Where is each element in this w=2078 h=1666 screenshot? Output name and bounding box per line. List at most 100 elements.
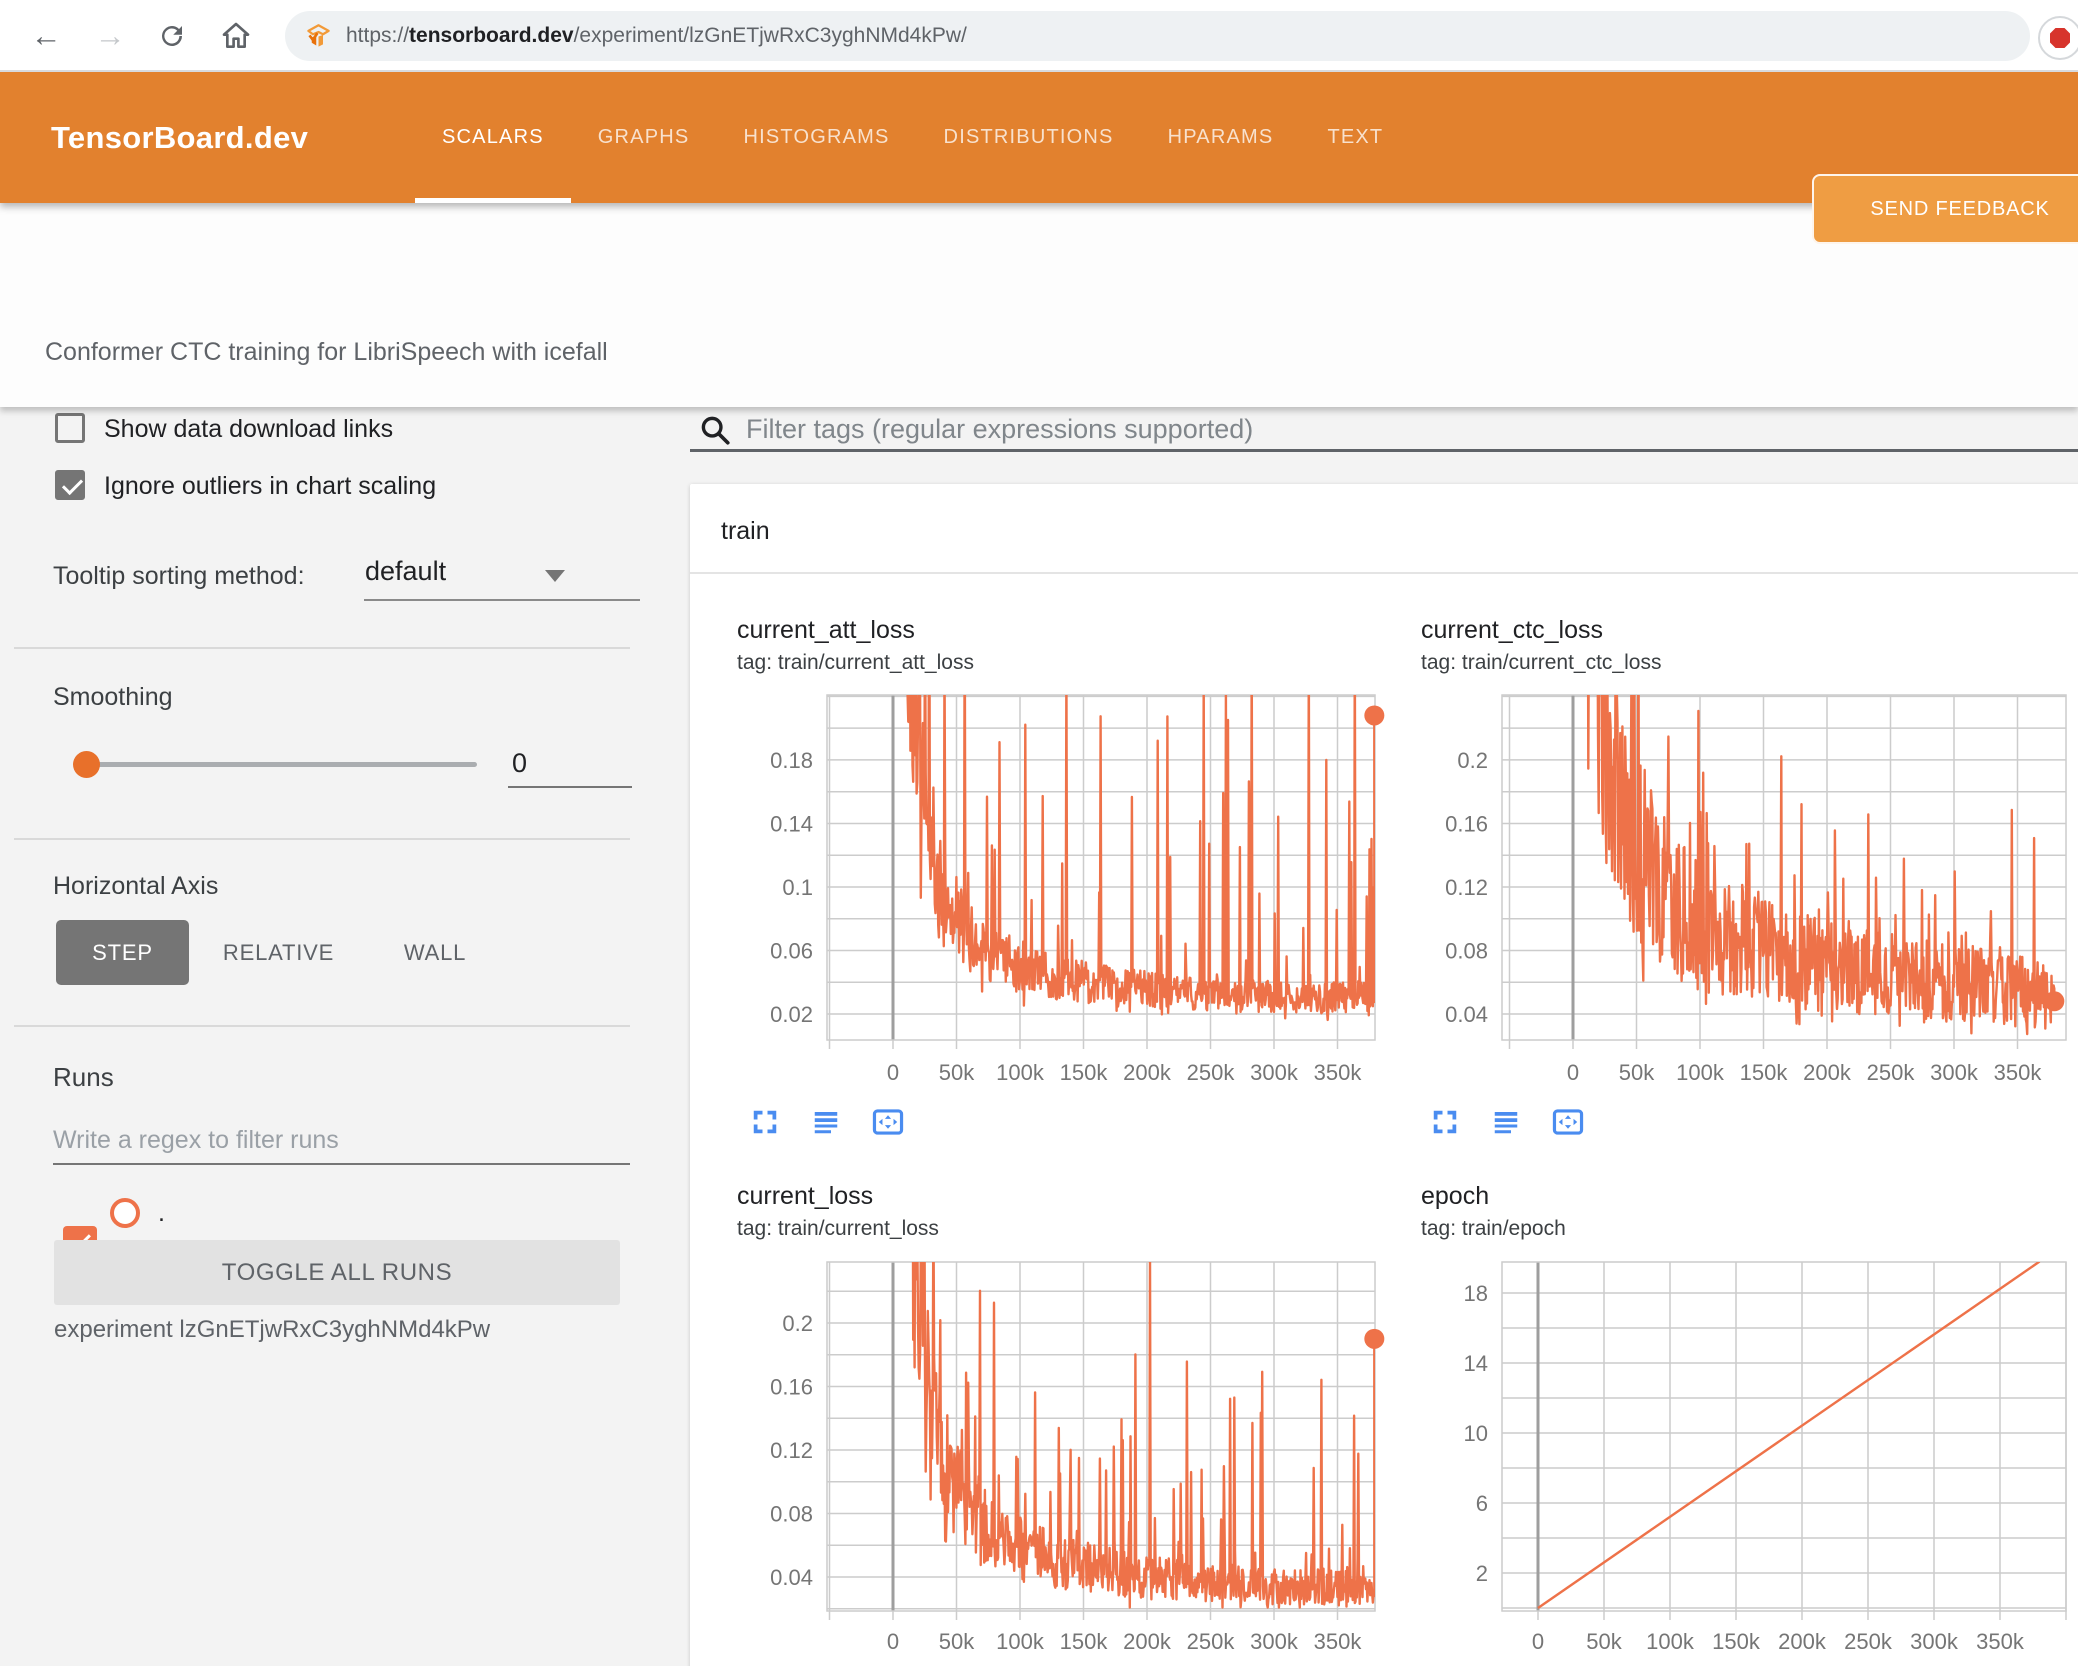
svg-text:0.12: 0.12 <box>770 1438 813 1463</box>
browser-extension-icon[interactable] <box>2038 16 2078 60</box>
svg-text:0: 0 <box>1532 1629 1544 1654</box>
ignore-outliers-checkbox[interactable] <box>55 470 85 500</box>
tab-graphs[interactable]: GRAPHS <box>571 72 717 203</box>
tooltip-sorting-select[interactable]: default <box>365 556 446 587</box>
home-icon[interactable] <box>216 16 256 56</box>
experiment-subtitle: Conformer CTC training for LibriSpeech w… <box>45 338 608 366</box>
svg-text:0.02: 0.02 <box>770 1002 813 1027</box>
app-header: TensorBoard.dev SCALARS GRAPHS HISTOGRAMS D… <box>0 72 2078 244</box>
fit-domain-icon[interactable] <box>1552 1107 1584 1142</box>
chart-actions-left <box>750 1107 904 1142</box>
scalar-chart-current-loss[interactable]: 0.04 0.08 0.12 0.16 0.2 0 50k 100k 150k 200k 250k 3… <box>700 1255 1395 1666</box>
runs-filter-input[interactable]: Write a regex to filter runs <box>53 1126 339 1155</box>
url-path: /experiment/lzGnETjwRxC3yghNMd4kPw/ <box>573 24 967 47</box>
browser-toolbar: ← → https://tensorboard.dev/experiment/l… <box>0 0 2078 70</box>
forward-icon[interactable]: → <box>90 16 130 56</box>
tensorboard-favicon <box>305 23 332 50</box>
svg-text:0.2: 0.2 <box>782 1311 813 1336</box>
experiment-subtitle-band <box>0 203 2078 407</box>
chart-tag: tag: train/current_att_loss <box>737 651 974 674</box>
tab-text[interactable]: TEXT <box>1300 72 1410 203</box>
tab-label: GRAPHS <box>597 126 690 148</box>
runs-label: Runs <box>53 1062 114 1092</box>
svg-text:0.08: 0.08 <box>770 1502 813 1527</box>
ignore-outliers-label: Ignore outliers in chart scaling <box>104 472 437 500</box>
svg-text:350k: 350k <box>1314 1060 1363 1085</box>
filter-tags-input[interactable]: Filter tags (regular expressions support… <box>746 414 1253 445</box>
svg-text:250k: 250k <box>1187 1629 1236 1654</box>
sidebar-divider <box>14 1025 630 1027</box>
url-domain: tensorboard.dev <box>409 24 574 47</box>
axis-wall-button[interactable]: WALL <box>385 920 485 985</box>
show-download-links-checkbox[interactable] <box>55 413 85 443</box>
chart-actions-right <box>1430 1107 1584 1142</box>
url-text: https://tensorboard.dev/experiment/lzGnE… <box>346 24 967 48</box>
tensorboard-page: ← → https://tensorboard.dev/experiment/l… <box>0 0 2078 1666</box>
svg-text:100k: 100k <box>996 1629 1045 1654</box>
scalar-chart-epoch[interactable]: 2 6 10 14 18 0 50k 100k 150k 200k 250k 300k 350k <box>1400 1255 2078 1666</box>
nav-tabs: SCALARS GRAPHS HISTOGRAMS DISTRIBUTIONS HPAR… <box>415 72 1410 203</box>
svg-text:250k: 250k <box>1867 1060 1916 1085</box>
svg-text:300k: 300k <box>1930 1060 1979 1085</box>
tab-label: HPARAMS <box>1167 126 1274 148</box>
toggle-all-runs-button[interactable]: TOGGLE ALL RUNS <box>54 1240 620 1305</box>
svg-text:300k: 300k <box>1250 1629 1299 1654</box>
run-name: . <box>158 1199 165 1227</box>
fit-domain-icon[interactable] <box>872 1107 904 1142</box>
svg-text:50k: 50k <box>939 1629 975 1654</box>
select-underline <box>364 599 640 601</box>
svg-text:350k: 350k <box>1976 1629 2025 1654</box>
svg-text:14: 14 <box>1464 1351 1488 1376</box>
axis-step-button[interactable]: STEP <box>56 920 189 985</box>
chart-title: epoch <box>1421 1182 1490 1210</box>
svg-text:18: 18 <box>1464 1281 1488 1306</box>
svg-text:150k: 150k <box>1740 1060 1789 1085</box>
fullscreen-icon[interactable] <box>1430 1107 1460 1142</box>
svg-text:0.14: 0.14 <box>770 811 813 836</box>
experiment-id-label: experiment lzGnETjwRxC3yghNMd4kPw <box>54 1316 491 1343</box>
svg-text:350k: 350k <box>1994 1060 2043 1085</box>
svg-text:50k: 50k <box>1619 1060 1655 1085</box>
tab-distributions[interactable]: DISTRIBUTIONS <box>917 72 1141 203</box>
sidebar-divider <box>14 647 630 649</box>
svg-text:100k: 100k <box>1676 1060 1725 1085</box>
scalar-chart-current-att-loss[interactable]: 0.02 0.06 0.1 0.14 0.18 0 50k 100k 150k 200k 250k 3… <box>700 690 1395 1095</box>
reload-icon[interactable] <box>152 16 192 56</box>
axis-relative-button[interactable]: RELATIVE <box>212 920 345 985</box>
svg-text:150k: 150k <box>1060 1060 1109 1085</box>
svg-text:200k: 200k <box>1778 1629 1827 1654</box>
svg-text:200k: 200k <box>1123 1060 1172 1085</box>
chart-tag: tag: train/current_loss <box>737 1217 939 1240</box>
svg-text:200k: 200k <box>1123 1629 1172 1654</box>
tab-scalars[interactable]: SCALARS <box>415 72 571 203</box>
chart-tag: tag: train/current_ctc_loss <box>1421 651 1662 674</box>
fullscreen-icon[interactable] <box>750 1107 780 1142</box>
tab-label: DISTRIBUTIONS <box>943 126 1114 148</box>
send-feedback-button[interactable]: SEND FEEDBACK <box>1812 174 2078 244</box>
smoothing-slider-track[interactable] <box>87 762 477 767</box>
svg-text:100k: 100k <box>1646 1629 1695 1654</box>
back-icon[interactable]: ← <box>26 16 66 56</box>
svg-text:250k: 250k <box>1187 1060 1236 1085</box>
smoothing-value-input[interactable]: 0 <box>512 748 527 779</box>
check-icon <box>61 473 84 496</box>
svg-text:0: 0 <box>887 1629 899 1654</box>
toolbar-divider <box>0 70 2078 72</box>
tab-label: SCALARS <box>442 126 544 148</box>
address-bar[interactable]: https://tensorboard.dev/experiment/lzGnE… <box>285 11 2030 61</box>
scalar-chart-current-ctc-loss[interactable]: 0.04 0.08 0.12 0.16 0.2 0 50k 100k 150k 200k 250k 3… <box>1400 690 2078 1095</box>
svg-text:0.04: 0.04 <box>770 1565 813 1590</box>
svg-text:0.16: 0.16 <box>1445 811 1488 836</box>
smoothing-slider-thumb[interactable] <box>73 751 100 778</box>
chart-title: current_ctc_loss <box>1421 616 1604 644</box>
tab-hparams[interactable]: HPARAMS <box>1141 72 1301 203</box>
tab-histograms[interactable]: HISTOGRAMS <box>716 72 916 203</box>
search-icon <box>698 413 732 452</box>
svg-text:100k: 100k <box>996 1060 1045 1085</box>
chevron-down-icon[interactable] <box>545 570 565 582</box>
runs-filter-underline <box>53 1163 630 1165</box>
section-title[interactable]: train <box>721 517 770 546</box>
svg-text:50k: 50k <box>1586 1629 1622 1654</box>
log-scale-icon[interactable] <box>1491 1107 1521 1142</box>
log-scale-icon[interactable] <box>811 1107 841 1142</box>
